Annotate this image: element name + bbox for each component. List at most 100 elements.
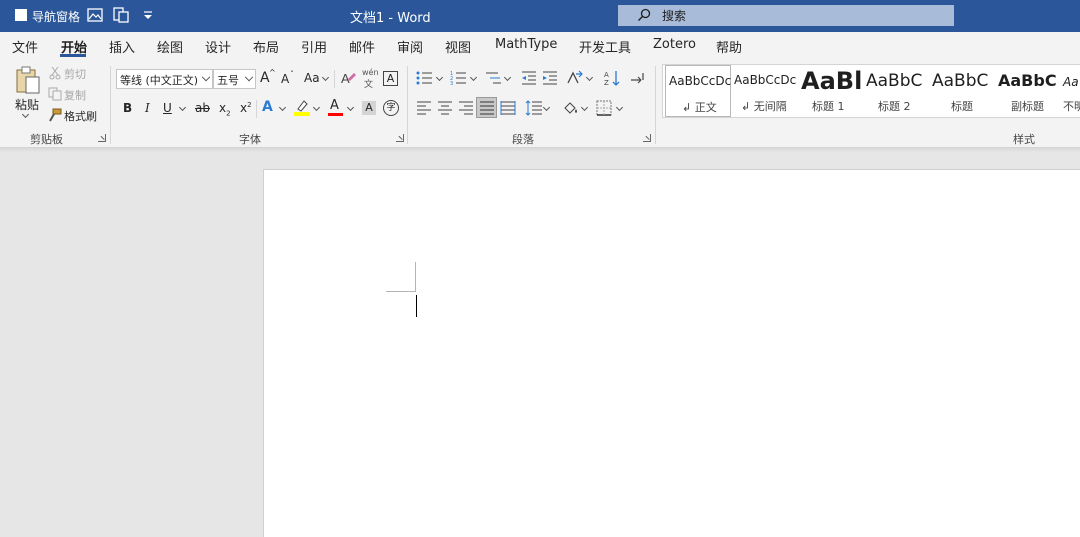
- cut-icon[interactable]: [48, 66, 62, 80]
- nav-pane-checkbox[interactable]: [15, 9, 27, 21]
- paste-icon[interactable]: [14, 65, 42, 95]
- font-size-value: 五号: [217, 74, 239, 87]
- phonetic-guide-pinyin[interactable]: wén: [362, 68, 379, 77]
- style-no-spacing[interactable]: AaBbCcDc ↲ 无间隔: [731, 65, 797, 117]
- paragraph-launcher-icon[interactable]: [643, 134, 651, 142]
- tab-developer[interactable]: 开发工具: [579, 37, 631, 56]
- style-normal[interactable]: AaBbCcDc ↲ 正文: [665, 65, 731, 117]
- style-subtitle[interactable]: AaBbC 副标题: [995, 65, 1061, 117]
- text-effects-button[interactable]: A: [262, 99, 273, 115]
- line-spacing-icon[interactable]: [525, 100, 543, 116]
- tab-mailings[interactable]: 邮件: [349, 37, 375, 56]
- style-heading-2[interactable]: AaBbC 标题 2: [863, 65, 929, 117]
- numbering-dropdown-icon[interactable]: [469, 73, 478, 82]
- subscript-button[interactable]: x2: [219, 101, 231, 117]
- text-effects-dropdown-icon[interactable]: [278, 103, 287, 112]
- strikethrough-button[interactable]: ab: [195, 101, 210, 115]
- superscript-button[interactable]: x2: [240, 101, 252, 115]
- character-shading-button[interactable]: A: [362, 101, 376, 115]
- numbering-icon[interactable]: 123: [450, 70, 468, 86]
- decrease-indent-icon[interactable]: [521, 70, 537, 86]
- group-divider: [655, 66, 656, 144]
- style-name: 不明: [1063, 100, 1080, 113]
- margin-mark-vertical: [415, 262, 416, 292]
- clear-formatting-icon[interactable]: A: [340, 70, 357, 87]
- show-formatting-marks-icon[interactable]: [629, 70, 645, 86]
- search-icon: [638, 8, 651, 21]
- font-launcher-icon[interactable]: [396, 134, 404, 142]
- format-painter-icon[interactable]: [48, 108, 62, 122]
- change-case-dropdown-icon[interactable]: [321, 73, 330, 82]
- highlight-dropdown-icon[interactable]: [312, 103, 321, 112]
- underline-button[interactable]: U: [163, 101, 172, 115]
- tab-insert[interactable]: 插入: [109, 37, 135, 56]
- style-preview: AaBl: [801, 67, 863, 95]
- sort-icon[interactable]: AZ: [603, 69, 621, 87]
- font-size-select[interactable]: 五号: [213, 69, 256, 89]
- tab-file[interactable]: 文件: [12, 37, 38, 56]
- style-title[interactable]: AaBbC 标题: [929, 65, 995, 117]
- justify-button[interactable]: [476, 97, 497, 118]
- style-heading-1[interactable]: AaBl 标题 1: [797, 65, 863, 117]
- grow-font-caret: ^: [269, 68, 276, 77]
- phonetic-guide-char[interactable]: 文: [364, 77, 373, 90]
- align-center-icon[interactable]: [437, 100, 453, 116]
- chinese-layout-icon[interactable]: [566, 70, 584, 86]
- format-painter-label[interactable]: 格式刷: [64, 108, 97, 124]
- tab-help[interactable]: 帮助: [716, 37, 742, 56]
- enclose-characters-button[interactable]: 字: [383, 100, 399, 116]
- tab-mathtype[interactable]: MathType: [495, 37, 557, 52]
- style-name: 标题 1: [812, 100, 845, 113]
- paste-label[interactable]: 粘贴: [15, 96, 39, 113]
- title-bar: 导航窗格 文档1 - Word 搜索: [0, 0, 1080, 32]
- font-name-select[interactable]: 等线 (中文正文): [116, 69, 213, 89]
- font-color-button[interactable]: A: [330, 98, 339, 113]
- tab-view[interactable]: 视图: [445, 37, 471, 56]
- bullets-icon[interactable]: [416, 70, 434, 86]
- copy-label[interactable]: 复制: [64, 87, 86, 103]
- tab-layout[interactable]: 布局: [253, 37, 279, 56]
- style-preview: AaBbC: [932, 71, 989, 91]
- tab-draw[interactable]: 绘图: [157, 37, 183, 56]
- highlight-icon[interactable]: [294, 98, 310, 116]
- ribbon-tabs: 文件 开始 插入 绘图 设计 布局 引用 邮件 审阅 视图 MathType 开…: [0, 32, 1080, 60]
- multilevel-dropdown-icon[interactable]: [503, 73, 512, 82]
- borders-icon[interactable]: [596, 100, 612, 116]
- style-preview: AaBbC: [866, 71, 923, 91]
- customize-dropdown-icon[interactable]: [139, 6, 157, 24]
- font-color-dropdown-icon[interactable]: [346, 103, 355, 112]
- shading-dropdown-icon[interactable]: [580, 103, 589, 112]
- distributed-icon[interactable]: [500, 100, 516, 116]
- document-page[interactable]: [263, 169, 1080, 537]
- chinese-layout-dropdown-icon[interactable]: [585, 73, 594, 82]
- line-spacing-dropdown-icon[interactable]: [542, 103, 551, 112]
- style-name: 副标题: [1011, 100, 1044, 113]
- clipboard-launcher-icon[interactable]: [98, 134, 106, 142]
- pages-icon[interactable]: [112, 6, 130, 24]
- copy-icon[interactable]: [48, 87, 62, 101]
- align-left-icon[interactable]: [416, 100, 432, 116]
- group-divider: [110, 66, 111, 144]
- shrink-font-icon[interactable]: A: [281, 72, 289, 86]
- image-icon[interactable]: [86, 6, 104, 24]
- bullets-dropdown-icon[interactable]: [435, 73, 444, 82]
- shrink-font-caret: ˇ: [290, 70, 294, 79]
- change-case-button[interactable]: Aa: [304, 71, 320, 85]
- tab-zotero[interactable]: Zotero: [653, 37, 696, 52]
- align-right-icon[interactable]: [458, 100, 474, 116]
- search-input[interactable]: 搜索: [618, 5, 954, 26]
- styles-gallery: AaBbCcDc ↲ 正文 AaBbCcDc ↲ 无间隔 AaBl 标题 1 A…: [662, 64, 1080, 118]
- shading-icon[interactable]: [562, 99, 580, 117]
- italic-button[interactable]: I: [145, 101, 150, 115]
- underline-dropdown-icon[interactable]: [178, 103, 187, 112]
- borders-dropdown-icon[interactable]: [615, 103, 624, 112]
- tab-design[interactable]: 设计: [205, 37, 231, 56]
- style-subtle-emphasis[interactable]: Aa 不明: [1061, 65, 1080, 117]
- increase-indent-icon[interactable]: [542, 70, 558, 86]
- cut-label[interactable]: 剪切: [64, 66, 86, 82]
- character-border-button[interactable]: A: [383, 71, 398, 86]
- tab-review[interactable]: 审阅: [397, 37, 423, 56]
- tab-references[interactable]: 引用: [301, 37, 327, 56]
- bold-button[interactable]: B: [123, 101, 132, 115]
- multilevel-list-icon[interactable]: [484, 70, 502, 86]
